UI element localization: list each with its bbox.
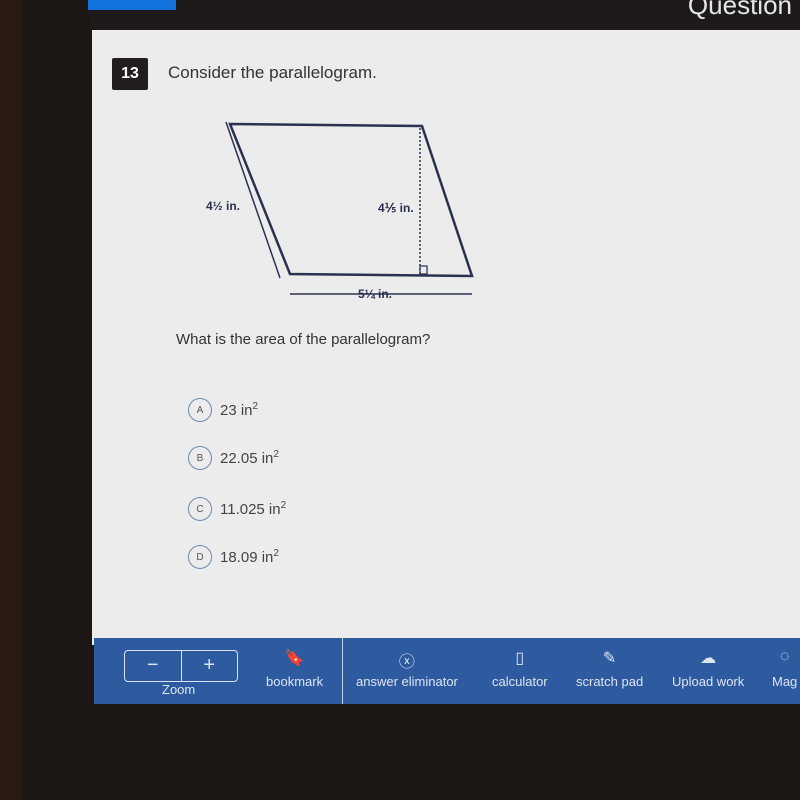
answer-eliminator-label: answer eliminator	[356, 674, 458, 689]
magnifier-label: Mag	[772, 674, 798, 689]
scratch-pad-icon: ✎	[602, 650, 617, 667]
choice-b[interactable]: B 22.05 in2	[188, 446, 279, 470]
top-nav-button[interactable]	[88, 0, 176, 10]
header-title: Question	[687, 0, 792, 20]
choice-b-letter: B	[188, 446, 212, 470]
magnifier-icon: ◌	[779, 648, 790, 665]
upload-work-button[interactable]: ☁ Upload work	[672, 648, 744, 689]
choice-a-letter: A	[188, 398, 212, 422]
question-prompt: What is the area of the parallelogram?	[176, 331, 431, 348]
question-number: 13	[112, 58, 148, 90]
right-angle-marker	[419, 265, 428, 275]
calculator-label: calculator	[492, 674, 548, 689]
bookmark-button[interactable]: 🔖 bookmark	[266, 648, 323, 689]
side-label: 4½ in.	[206, 199, 240, 213]
choice-b-text: 22.05 in2	[220, 449, 279, 467]
scratch-pad-button[interactable]: ✎ scratch pad	[576, 648, 643, 689]
choice-c-letter: C	[188, 497, 212, 521]
zoom-in-button[interactable]: +	[182, 651, 238, 681]
upload-icon: ☁	[700, 650, 717, 667]
bookmark-icon: 🔖	[284, 650, 305, 667]
choice-a[interactable]: A 23 in2	[188, 398, 258, 422]
choice-a-text: 23 in2	[220, 401, 259, 419]
choice-c-text: 11.025 in2	[220, 500, 287, 518]
monitor-bezel	[0, 0, 22, 800]
question-intro: Consider the parallelogram.	[168, 63, 377, 82]
eliminator-icon: ⓧ	[398, 654, 415, 671]
zoom-out-button[interactable]: −	[125, 651, 182, 681]
calculator-button[interactable]: ▯ calculator	[492, 648, 548, 689]
toolbar-divider	[342, 638, 343, 704]
height-label: 4⅕ in.	[378, 201, 414, 215]
choice-d[interactable]: D 18.09 in2	[188, 545, 279, 569]
magnifier-button[interactable]: ◌ Mag	[772, 648, 797, 689]
scratch-pad-label: scratch pad	[576, 674, 644, 689]
choice-c[interactable]: C 11.025 in2	[188, 497, 286, 521]
base-label: 5¼ in.	[358, 287, 392, 301]
parallelogram-shape	[228, 122, 474, 278]
zoom-label: Zoom	[162, 682, 196, 697]
answer-eliminator-button[interactable]: ⓧ answer eliminator	[356, 648, 458, 689]
zoom-control: − +	[124, 650, 238, 682]
upload-work-label: Upload work	[672, 674, 745, 689]
bookmark-label: bookmark	[266, 674, 324, 689]
bottom-toolbar: − + Zoom 🔖 bookmark ⓧ answer eliminator …	[94, 638, 800, 704]
choice-d-text: 18.09 in2	[220, 548, 279, 566]
parallelogram-figure: 4½ in. 4⅕ in. 5¼ in.	[206, 121, 474, 301]
choice-d-letter: D	[188, 545, 212, 569]
calculator-icon: ▯	[515, 650, 525, 667]
